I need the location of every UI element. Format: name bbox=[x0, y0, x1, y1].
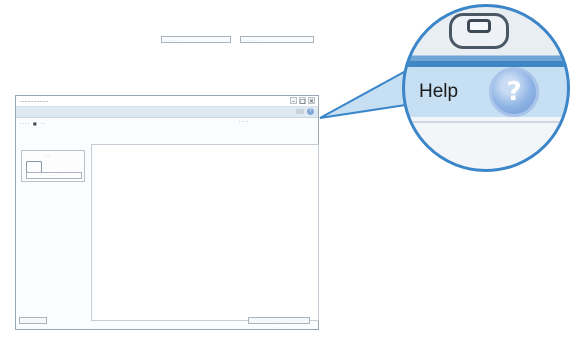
magnifier-lens: Help ? bbox=[402, 4, 570, 172]
callout-wedge bbox=[319, 70, 414, 119]
help-icon-large[interactable]: ? bbox=[489, 67, 539, 117]
sidebar: · · · · · · bbox=[19, 132, 85, 282]
toolbar-right-label: · · · · bbox=[239, 119, 248, 124]
title-bar-strip bbox=[405, 61, 567, 67]
toolbar: · · · · ■ · · · · · · bbox=[16, 118, 318, 130]
device-sub-button[interactable]: · · · · bbox=[26, 172, 82, 179]
divider bbox=[405, 121, 567, 123]
app-window: ................... – □ × ? · · · · ■ · … bbox=[15, 95, 319, 330]
help-icon[interactable]: ? bbox=[307, 108, 314, 115]
filter-dropdown-2[interactable]: · · · · · · · · bbox=[240, 36, 314, 43]
minimize-button[interactable]: – bbox=[290, 97, 297, 105]
title-bar: ................... – □ × bbox=[16, 96, 318, 107]
monitor-button-icon bbox=[467, 19, 491, 33]
toolbar-item[interactable]: · · bbox=[41, 121, 45, 126]
window-title: ................... bbox=[20, 98, 49, 104]
close-button[interactable]: × bbox=[308, 97, 315, 105]
maximize-button[interactable]: □ bbox=[299, 97, 306, 105]
device-card[interactable]: · · · · · · bbox=[21, 150, 85, 182]
window-controls: – □ × bbox=[290, 97, 315, 105]
main-panel bbox=[91, 144, 319, 321]
filter-dropdown-1[interactable]: · · · · · · · · bbox=[161, 36, 231, 43]
ribbon-bar: ? bbox=[16, 107, 318, 118]
toolbar-left: · · · · ■ · · bbox=[20, 121, 45, 126]
bottom-right-button[interactable]: · · · · · bbox=[248, 317, 310, 324]
toolbar-item[interactable]: ■ bbox=[33, 121, 37, 126]
bottom-left-button[interactable]: · · · bbox=[19, 317, 47, 324]
toolbar-item[interactable]: · · · · bbox=[20, 121, 29, 126]
help-label: Help bbox=[419, 81, 459, 102]
device-label: · · bbox=[46, 154, 50, 159]
ribbon-option-icon[interactable] bbox=[296, 109, 304, 114]
